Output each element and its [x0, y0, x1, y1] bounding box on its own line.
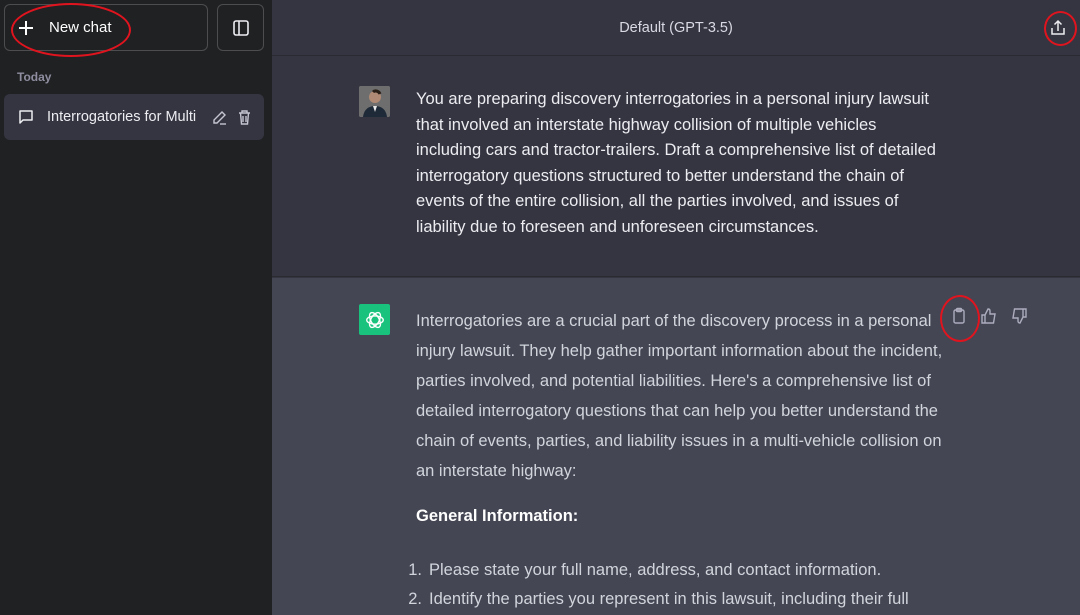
list-item: 1. Please state your full name, address, …: [408, 561, 882, 579]
list-item: 2. Identify the parties you represent in …: [408, 590, 909, 608]
top-bar: Default (GPT-3.5): [272, 0, 1080, 56]
sidebar-toggle-button[interactable]: [217, 4, 264, 51]
sidebar: New chat Today Interrogatories for Multi: [0, 0, 272, 615]
clipboard-icon[interactable]: [950, 307, 968, 325]
thumbs-down-icon[interactable]: [1010, 307, 1028, 325]
openai-logo-icon: [359, 304, 390, 335]
assistant-message-text: Interrogatories are a crucial part of th…: [416, 312, 943, 480]
section-label-today: Today: [17, 70, 52, 84]
user-message: You are preparing discovery interrogator…: [272, 57, 1080, 277]
message-actions: [950, 307, 1028, 325]
trash-icon[interactable]: [236, 109, 253, 126]
share-icon: [1051, 19, 1065, 35]
chat-title: Interrogatories for Multi: [47, 109, 197, 125]
assistant-section-heading: General Information:: [416, 507, 579, 525]
sidebar-chat-item[interactable]: Interrogatories for Multi: [4, 94, 264, 140]
plus-icon: [19, 20, 33, 35]
thumbs-up-icon[interactable]: [980, 307, 998, 325]
main-panel: Default (GPT-3.5) You are preparing disc…: [272, 0, 1080, 615]
chat-bubble-icon: [19, 110, 33, 124]
model-label: Default (GPT-3.5): [619, 19, 733, 36]
assistant-message: Interrogatories are a crucial part of th…: [272, 278, 1080, 615]
pencil-icon[interactable]: [211, 109, 228, 126]
sidebar-toggle-icon: [232, 19, 249, 36]
share-button[interactable]: [1044, 14, 1072, 42]
user-message-text: You are preparing discovery interrogator…: [416, 90, 936, 236]
interrogatory-list: 1. Please state your full name, address, …: [400, 556, 960, 614]
new-chat-label: New chat: [49, 19, 112, 36]
user-avatar: [359, 86, 390, 117]
new-chat-button[interactable]: New chat: [4, 4, 208, 51]
